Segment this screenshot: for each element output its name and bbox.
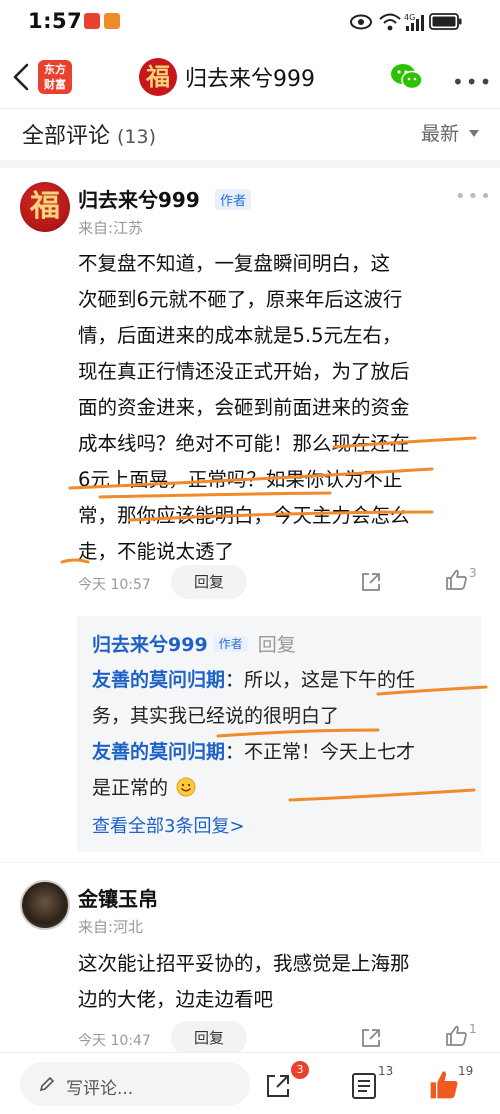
reply-item: 友善的莫问归期：所以，这是下午的任 bbox=[92, 662, 472, 698]
share-icon[interactable] bbox=[265, 1073, 291, 1099]
svg-text:4G: 4G bbox=[404, 13, 415, 22]
reply-target-name[interactable]: 归去来兮999 bbox=[92, 634, 208, 656]
comment-time: 今天 10:57 bbox=[78, 577, 151, 593]
reply-action-label: 回复 bbox=[257, 634, 296, 656]
thumbs-up-icon[interactable] bbox=[428, 1069, 460, 1101]
reply-button[interactable]: 回复 bbox=[171, 565, 247, 599]
author-badge: 作者 bbox=[215, 189, 252, 210]
comment-line: 现在真正行情还没正式开始，为了放后 bbox=[78, 360, 410, 383]
chevron-down-icon[interactable] bbox=[469, 130, 479, 137]
comment-divider bbox=[0, 862, 500, 863]
status-bar: 1:57 4G bbox=[0, 0, 500, 44]
replies-box: 归去来兮999 作者 回复 友善的莫问归期：所以，这是下午的任 务，其实我已经说的… bbox=[77, 616, 481, 852]
reply-line: 是正常的 bbox=[92, 777, 169, 799]
nav-avatar[interactable]: 福 bbox=[139, 58, 177, 96]
comment-count-badge: 13 bbox=[378, 1064, 394, 1078]
comment-line: 不复盘不知道，一复盘瞬间明白，这 bbox=[78, 252, 391, 275]
status-icons: 4G bbox=[350, 13, 462, 31]
reply-text: ：所以，这是下午的任 bbox=[225, 669, 416, 691]
more-icon[interactable]: ••• bbox=[452, 70, 493, 94]
back-icon[interactable] bbox=[10, 62, 32, 92]
wifi-icon bbox=[379, 13, 401, 31]
reply-author-name[interactable]: 友善的莫问归期 bbox=[92, 741, 225, 763]
comment-line: 这次能让招平妥协的，我感觉是上海那 bbox=[78, 952, 410, 975]
smile-emoji-icon bbox=[176, 777, 196, 797]
like-count: 3 bbox=[469, 566, 477, 580]
like-count: 1 bbox=[469, 1022, 477, 1036]
app-notification-icon bbox=[104, 13, 120, 29]
comment-line: 常，那你应该能明白，今天主力会怎么 bbox=[78, 504, 410, 527]
comment-body: 不复盘不知道，一复盘瞬间明白，这 次砸到6元就不砸了，原来年后这波行 情，后面进… bbox=[78, 246, 483, 570]
thumbs-up-icon[interactable] bbox=[445, 1024, 469, 1048]
share-icon[interactable] bbox=[360, 1027, 382, 1049]
nav-title[interactable]: 归去来兮999 bbox=[185, 61, 315, 93]
nav-bar: 东方 财富 福 归去来兮999 ••• bbox=[0, 48, 500, 106]
share-icon[interactable] bbox=[360, 571, 382, 593]
comment-list-icon[interactable] bbox=[351, 1072, 377, 1100]
comment-location: 来自:江苏 bbox=[78, 219, 144, 237]
reply-button[interactable]: 回复 bbox=[171, 1021, 247, 1055]
author-badge: 作者 bbox=[213, 636, 248, 652]
comment-line: 边的大佬，边走边看吧 bbox=[78, 988, 274, 1011]
like-count-badge: 19 bbox=[458, 1064, 474, 1078]
bottom-bar: 写评论... 3 13 19 bbox=[0, 1052, 500, 1114]
comment-author-name[interactable]: 归去来兮999 bbox=[78, 184, 200, 213]
see-all-replies-link[interactable]: 查看全部3条回复> bbox=[92, 812, 245, 838]
comment-line: 成本线吗？绝对不可能！那么现在还在 bbox=[78, 432, 410, 455]
pencil-icon bbox=[39, 1076, 55, 1092]
eye-comfort-icon bbox=[350, 14, 372, 30]
reply-line: 务，其实我已经说的很明白了 bbox=[92, 705, 340, 727]
logo-line1: 东方 bbox=[44, 63, 66, 76]
reply-author-name[interactable]: 友善的莫问归期 bbox=[92, 669, 225, 691]
comment-author-name[interactable]: 金镶玉帛 bbox=[78, 883, 158, 912]
avatar[interactable]: 福 bbox=[20, 182, 70, 232]
battery-icon bbox=[429, 13, 462, 30]
nav-divider bbox=[0, 108, 500, 109]
comment-line: 6元上面晃，正常吗？如果你认为不正 bbox=[78, 468, 403, 491]
section-title-text: 全部评论 bbox=[22, 124, 111, 149]
avatar[interactable] bbox=[20, 880, 70, 930]
comment-line: 次砸到6元就不砸了，原来年后这波行 bbox=[78, 288, 403, 311]
comment-page: 1:57 4G 东方 财富 福 归去来兮999 ••• 全部评论 (13) 最新… bbox=[0, 0, 500, 1114]
comment-body: 这次能让招平妥协的，我感觉是上海那 边的大佬，边走边看吧 bbox=[78, 946, 483, 1018]
comment-line: 情，后面进来的成本就是5.5元左右， bbox=[78, 324, 402, 347]
thumbs-up-icon[interactable] bbox=[445, 568, 469, 592]
reply-item-line: 是正常的 bbox=[92, 770, 472, 806]
comment-line: 面的资金进来，会砸到前面进来的资金 bbox=[78, 396, 410, 419]
reply-text: ：不正常！今天上七才 bbox=[225, 741, 416, 763]
section-title: 全部评论 (13) bbox=[22, 118, 156, 150]
comment-location: 来自:河北 bbox=[78, 918, 144, 936]
status-time: 1:57 bbox=[28, 9, 83, 33]
signal-4g-icon: 4G bbox=[404, 13, 424, 31]
comment-more-icon[interactable]: ••• bbox=[455, 186, 493, 207]
sort-dropdown[interactable]: 最新 bbox=[421, 119, 459, 146]
comment-time: 今天 10:47 bbox=[78, 1033, 151, 1049]
logo-line2: 财富 bbox=[44, 78, 66, 91]
reply-header: 归去来兮999 作者 回复 bbox=[92, 626, 472, 663]
wechat-icon[interactable] bbox=[390, 62, 424, 92]
write-comment-placeholder: 写评论... bbox=[66, 1079, 134, 1099]
app-notification-icon bbox=[84, 13, 100, 29]
reply-item: 友善的莫问归期：不正常！今天上七才 bbox=[92, 734, 472, 770]
app-logo[interactable]: 东方 财富 bbox=[38, 60, 72, 94]
write-comment-input[interactable]: 写评论... bbox=[20, 1062, 250, 1106]
comment-count: (13) bbox=[117, 126, 157, 148]
share-badge: 3 bbox=[291, 1061, 309, 1079]
section-divider bbox=[0, 160, 500, 168]
comment-line: 走，不能说太透了 bbox=[78, 540, 235, 563]
